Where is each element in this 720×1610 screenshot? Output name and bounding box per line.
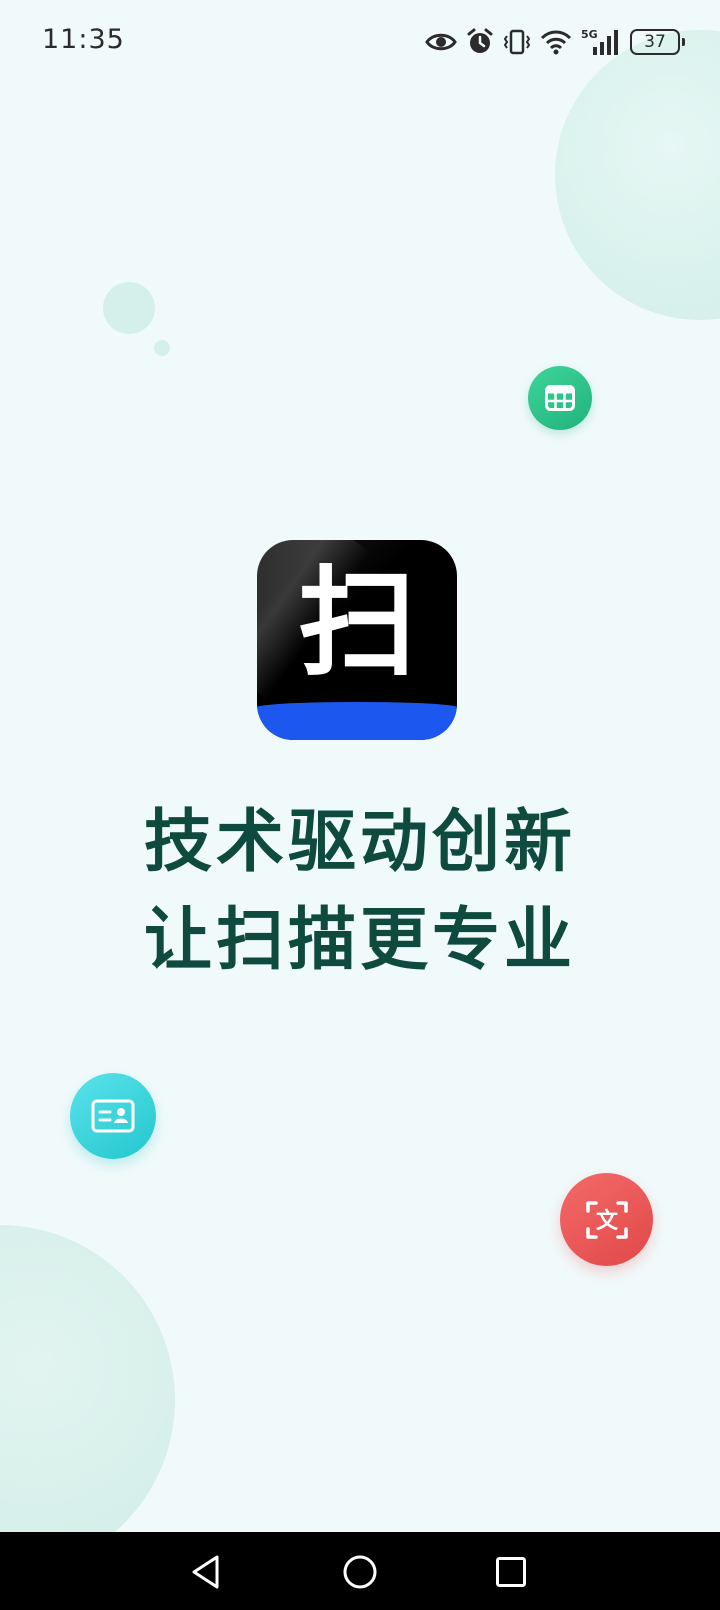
home-icon[interactable]	[340, 1552, 380, 1592]
text-scan-icon: 文	[560, 1173, 653, 1266]
splash-screen: 11:35 5G 37 文 扫 技术驱动创新 让扫描更专业	[0, 0, 720, 1532]
slogan-line-1: 技术驱动创新	[143, 803, 576, 882]
wifi-icon	[540, 30, 572, 55]
table-icon	[528, 366, 592, 430]
battery-level: 37	[644, 32, 666, 52]
status-time: 11:35	[42, 24, 125, 55]
decorative-circle	[0, 1225, 175, 1532]
decorative-dot	[103, 282, 155, 334]
slogan-line-2: 让扫描更专业	[143, 901, 576, 980]
app-logo: 扫	[257, 540, 457, 740]
recents-icon[interactable]	[491, 1552, 531, 1592]
decorative-dot	[154, 340, 170, 356]
logo-band	[257, 702, 457, 740]
signal-icon: 5G	[581, 28, 618, 55]
eye-icon	[425, 33, 457, 51]
navigation-bar	[0, 1532, 720, 1610]
status-bar: 11:35 5G 37	[0, 0, 720, 84]
vibrate-icon	[503, 29, 531, 55]
alarm-icon	[467, 28, 493, 53]
logo-char: 扫	[297, 554, 416, 692]
svg-text:文: 文	[595, 1208, 618, 1234]
svg-text:5G: 5G	[581, 28, 598, 41]
status-icons: 5G 37	[425, 26, 685, 58]
battery-icon: 37	[630, 29, 685, 55]
back-icon[interactable]	[186, 1552, 226, 1592]
id-card-icon	[70, 1073, 156, 1159]
